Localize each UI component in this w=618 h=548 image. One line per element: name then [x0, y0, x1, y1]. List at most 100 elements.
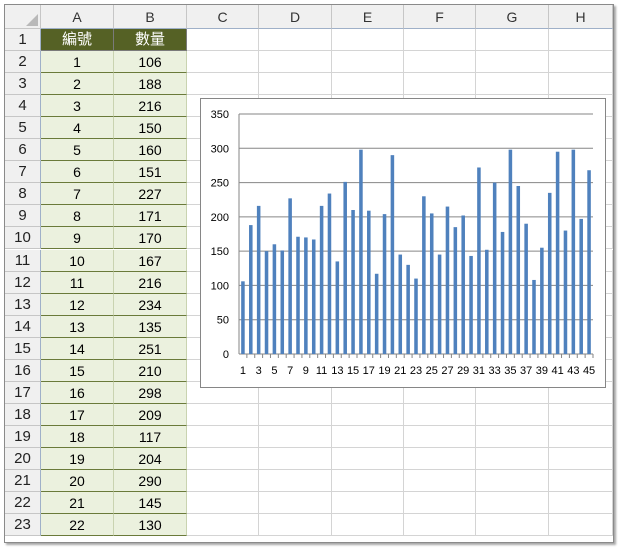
- quantity-cell[interactable]: 227: [114, 183, 187, 206]
- id-cell[interactable]: 16: [41, 381, 114, 404]
- row-header-2[interactable]: 2: [5, 51, 41, 74]
- quantity-cell[interactable]: 216: [114, 271, 187, 294]
- id-cell[interactable]: 17: [41, 403, 114, 426]
- cell[interactable]: [259, 29, 332, 52]
- cell[interactable]: [187, 470, 259, 493]
- table-header-cell[interactable]: 編號: [41, 29, 114, 52]
- bar-chart[interactable]: 0 50 100 150 200 250 300 350 1 3 5 7 9 11 13 15 17 19 21 23…: [200, 98, 606, 388]
- id-cell[interactable]: 4: [41, 117, 114, 140]
- cell[interactable]: [332, 51, 404, 74]
- cell[interactable]: [259, 447, 332, 470]
- cell[interactable]: [476, 425, 549, 448]
- id-cell[interactable]: 15: [41, 359, 114, 382]
- select-all-corner[interactable]: [5, 5, 41, 29]
- cell[interactable]: [332, 447, 404, 470]
- id-cell[interactable]: 3: [41, 95, 114, 118]
- cell[interactable]: [332, 425, 404, 448]
- id-cell[interactable]: 5: [41, 139, 114, 162]
- id-cell[interactable]: 6: [41, 161, 114, 184]
- cell[interactable]: [259, 51, 332, 74]
- quantity-cell[interactable]: 130: [114, 514, 187, 537]
- id-cell[interactable]: 1: [41, 51, 114, 74]
- cell[interactable]: [404, 470, 476, 493]
- row-header-19[interactable]: 19: [5, 425, 41, 448]
- id-cell[interactable]: 18: [41, 425, 114, 448]
- quantity-cell[interactable]: 167: [114, 249, 187, 272]
- cell[interactable]: [187, 403, 259, 426]
- quantity-cell[interactable]: 117: [114, 425, 187, 448]
- row-header-4[interactable]: 4: [5, 95, 41, 118]
- column-header-g[interactable]: G: [476, 5, 549, 29]
- row-header-13[interactable]: 13: [5, 293, 41, 316]
- row-header-22[interactable]: 22: [5, 492, 41, 515]
- id-cell[interactable]: 22: [41, 514, 114, 537]
- id-cell[interactable]: 21: [41, 492, 114, 515]
- quantity-cell[interactable]: 290: [114, 470, 187, 493]
- row-header-21[interactable]: 21: [5, 470, 41, 493]
- cell[interactable]: [404, 447, 476, 470]
- cell[interactable]: [549, 73, 613, 96]
- id-cell[interactable]: 10: [41, 249, 114, 272]
- row-header-16[interactable]: 16: [5, 359, 41, 382]
- cell[interactable]: [549, 492, 613, 515]
- quantity-cell[interactable]: 171: [114, 205, 187, 228]
- quantity-cell[interactable]: 234: [114, 293, 187, 316]
- cell[interactable]: [259, 425, 332, 448]
- quantity-cell[interactable]: 151: [114, 161, 187, 184]
- row-header-15[interactable]: 15: [5, 337, 41, 360]
- cell[interactable]: [404, 403, 476, 426]
- id-cell[interactable]: 12: [41, 293, 114, 316]
- quantity-cell[interactable]: 160: [114, 139, 187, 162]
- cell[interactable]: [332, 29, 404, 52]
- cell[interactable]: [259, 470, 332, 493]
- cell[interactable]: [476, 470, 549, 493]
- cell[interactable]: [332, 470, 404, 493]
- cell[interactable]: [187, 514, 259, 537]
- table-header-cell[interactable]: 數量: [114, 29, 187, 52]
- cell[interactable]: [332, 73, 404, 96]
- cell[interactable]: [187, 425, 259, 448]
- column-header-e[interactable]: E: [332, 5, 404, 29]
- cell[interactable]: [549, 51, 613, 74]
- quantity-cell[interactable]: 251: [114, 337, 187, 360]
- cell[interactable]: [187, 51, 259, 74]
- id-cell[interactable]: 7: [41, 183, 114, 206]
- cell[interactable]: [187, 447, 259, 470]
- cell[interactable]: [404, 73, 476, 96]
- quantity-cell[interactable]: 170: [114, 227, 187, 250]
- row-header-12[interactable]: 12: [5, 271, 41, 294]
- cell[interactable]: [259, 492, 332, 515]
- row-header-9[interactable]: 9: [5, 205, 41, 228]
- quantity-cell[interactable]: 216: [114, 95, 187, 118]
- cell[interactable]: [476, 514, 549, 537]
- cell[interactable]: [404, 51, 476, 74]
- cell[interactable]: [332, 492, 404, 515]
- column-header-h[interactable]: H: [549, 5, 613, 29]
- cell[interactable]: [259, 514, 332, 537]
- cell[interactable]: [476, 51, 549, 74]
- id-cell[interactable]: 2: [41, 73, 114, 96]
- cell[interactable]: [259, 403, 332, 426]
- cell[interactable]: [476, 73, 549, 96]
- cell[interactable]: [404, 29, 476, 52]
- quantity-cell[interactable]: 298: [114, 381, 187, 404]
- row-header-6[interactable]: 6: [5, 139, 41, 162]
- row-header-8[interactable]: 8: [5, 183, 41, 206]
- quantity-cell[interactable]: 150: [114, 117, 187, 140]
- cell[interactable]: [404, 425, 476, 448]
- id-cell[interactable]: 8: [41, 205, 114, 228]
- column-header-a[interactable]: A: [41, 5, 114, 29]
- row-header-10[interactable]: 10: [5, 227, 41, 250]
- row-header-1[interactable]: 1: [5, 29, 41, 52]
- cell[interactable]: [476, 492, 549, 515]
- row-header-7[interactable]: 7: [5, 161, 41, 184]
- row-header-3[interactable]: 3: [5, 73, 41, 96]
- row-header-11[interactable]: 11: [5, 249, 41, 272]
- cell[interactable]: [476, 447, 549, 470]
- row-header-5[interactable]: 5: [5, 117, 41, 140]
- column-header-f[interactable]: F: [404, 5, 476, 29]
- cell[interactable]: [476, 403, 549, 426]
- row-header-20[interactable]: 20: [5, 447, 41, 470]
- cell[interactable]: [404, 514, 476, 537]
- row-header-17[interactable]: 17: [5, 381, 41, 404]
